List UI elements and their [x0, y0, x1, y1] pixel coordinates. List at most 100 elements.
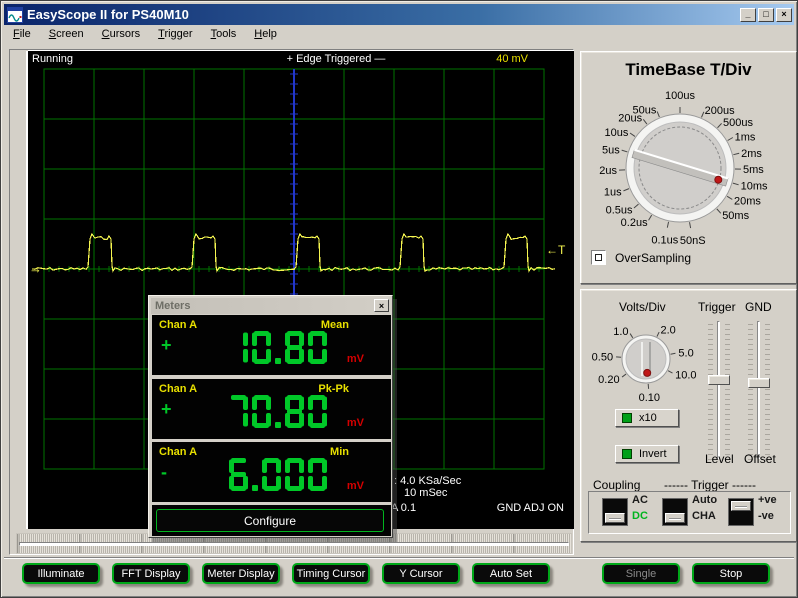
meter-channel-label: Chan A	[159, 319, 197, 331]
svg-text:10 mSec: 10 mSec	[404, 487, 448, 499]
meter-sign: +	[161, 399, 172, 420]
switch-slider-line	[609, 518, 621, 520]
meter-unit-label: mV	[347, 480, 364, 492]
svg-text:10.0: 10.0	[675, 370, 696, 382]
svg-text:0.10: 0.10	[639, 392, 660, 404]
svg-text:10ms: 10ms	[741, 180, 768, 192]
toolbar-button-meter-display[interactable]: Meter Display	[202, 563, 280, 584]
menu-item-file[interactable]: File	[4, 26, 40, 42]
svg-text:2us: 2us	[599, 165, 617, 177]
app-window: EasyScope II for PS40M10 _ □ × FileScree…	[0, 0, 798, 598]
switch-slider-line	[669, 518, 681, 520]
menu-item-screen[interactable]: Screen	[40, 26, 93, 42]
x10-label: x10	[639, 412, 657, 424]
title-bar: EasyScope II for PS40M10 _ □ ×	[4, 4, 794, 25]
svg-text:50nS: 50nS	[680, 235, 706, 247]
coupling-trigger-box: ACDCAutoCHA+ve-ve	[588, 491, 791, 534]
x10-led	[622, 413, 632, 423]
invert-button[interactable]: Invert	[615, 445, 679, 463]
svg-text:5ms: 5ms	[743, 164, 764, 176]
svg-text:0.1us: 0.1us	[651, 234, 678, 246]
volts-div-knob[interactable]: 1.0 2.05.0 10.0 0.10 0.20 0.50	[582, 307, 710, 405]
app-icon	[7, 7, 23, 23]
switch-label-auto: Auto	[692, 494, 717, 506]
timebase-knob[interactable]: 100us200us500us1ms2ms5ms10ms20ms50ms50nS…	[581, 74, 798, 262]
bottom-toolbar: Illuminate FFT Display Meter Display Timing…	[4, 557, 794, 596]
ac-dc-switch[interactable]	[602, 498, 628, 526]
invert-led	[622, 449, 632, 459]
meter-unit-label: mV	[347, 353, 364, 365]
level-label: Level	[705, 452, 734, 466]
meter-row-pk-pk: Chan APk-Pk+mV	[152, 379, 391, 439]
meters-dialog-title: Meters	[151, 298, 390, 314]
coupling-label: Coupling	[593, 478, 640, 492]
toolbar-button-illuminate[interactable]: Illuminate	[22, 563, 100, 584]
x10-button[interactable]: x10	[615, 409, 679, 427]
menu-item-help[interactable]: Help	[245, 26, 286, 42]
svg-text:100us: 100us	[665, 90, 695, 102]
switch-label--ve: +ve	[758, 494, 777, 506]
svg-text:1us: 1us	[604, 187, 622, 199]
svg-text:1.0: 1.0	[613, 326, 628, 338]
menu-item-cursors[interactable]: Cursors	[93, 26, 150, 42]
meter-channel-label: Chan A	[159, 446, 197, 458]
svg-text:2.0: 2.0	[661, 324, 676, 336]
svg-text:GND ADJ ON: GND ADJ ON	[497, 502, 564, 514]
configure-button[interactable]: Configure	[156, 509, 384, 532]
menu-bar: FileScreenCursorsTriggerToolsHelp	[4, 25, 794, 43]
meter-metric-label: Mean	[321, 319, 349, 331]
svg-text:→: →	[29, 261, 42, 276]
gnd-offset-thumb[interactable]	[748, 378, 770, 388]
svg-text:200us: 200us	[705, 105, 735, 117]
menu-item-tools[interactable]: Tools	[202, 26, 246, 42]
svg-text:5.0: 5.0	[678, 348, 693, 360]
minimize-button[interactable]: _	[740, 8, 756, 22]
configure-panel: Configure	[152, 505, 391, 536]
svg-text:20ms: 20ms	[734, 195, 761, 207]
toolbar-button-timing-cursor[interactable]: Timing Cursor	[292, 563, 370, 584]
meters-close-button[interactable]: ×	[374, 299, 389, 312]
switch-slider	[605, 513, 625, 523]
switch-slider-line	[735, 506, 747, 508]
switch-label-cha: CHA	[692, 510, 716, 522]
toolbar-button-stop[interactable]: Stop	[692, 563, 770, 584]
menu-item-trigger[interactable]: Trigger	[149, 26, 201, 42]
meters-dialog: Meters × Chan AMean+mVChan APk-Pk+mVChan…	[148, 295, 393, 538]
toolbar-button-single[interactable]: Single	[602, 563, 680, 584]
toolbar-button-fft-display[interactable]: FFT Display	[112, 563, 190, 584]
seven-segment-display	[228, 458, 332, 491]
meter-value-70.80	[228, 395, 332, 433]
switch-slider	[731, 501, 751, 511]
offset-label: Offset	[744, 452, 776, 466]
timebase-group: TimeBase T/Div OverSampling 100us200us50…	[580, 51, 797, 284]
meter-metric-label: Pk-Pk	[318, 383, 349, 395]
-ve--ve-switch[interactable]	[728, 498, 754, 526]
seven-segment-display	[228, 395, 332, 428]
svg-text:0.50: 0.50	[592, 352, 613, 364]
invert-label: Invert	[639, 448, 667, 460]
gnd-offset-slider[interactable]	[748, 320, 770, 460]
maximize-button[interactable]: □	[758, 8, 774, 22]
seven-segment-display	[228, 331, 332, 364]
svg-text:500us: 500us	[723, 117, 753, 129]
svg-text:←T: ←T	[546, 243, 566, 257]
svg-text:50us: 50us	[633, 105, 657, 117]
window-title: EasyScope II for PS40M10	[27, 7, 738, 22]
toolbar-button-auto-set[interactable]: Auto Set	[472, 563, 550, 584]
trigger-level-thumb[interactable]	[708, 375, 730, 385]
trigger-section-label: ------ Trigger ------	[664, 478, 756, 492]
svg-text:10us: 10us	[605, 127, 629, 139]
meter-unit-label: mV	[347, 417, 364, 429]
svg-text:50ms: 50ms	[722, 210, 749, 222]
switch-label-ac: AC	[632, 494, 648, 506]
auto-cha-switch[interactable]	[662, 498, 688, 526]
svg-text:0.20: 0.20	[598, 374, 619, 386]
svg-text:0.2us: 0.2us	[621, 217, 648, 229]
toolbar-button-y-cursor[interactable]: Y Cursor	[382, 563, 460, 584]
slider-groove	[717, 321, 720, 459]
meter-row-min: Chan AMin-mV	[152, 442, 391, 502]
svg-text:Running: Running	[32, 53, 73, 65]
meter-metric-label: Min	[330, 446, 349, 458]
trigger-level-slider[interactable]	[708, 320, 730, 460]
close-button[interactable]: ×	[776, 8, 792, 22]
